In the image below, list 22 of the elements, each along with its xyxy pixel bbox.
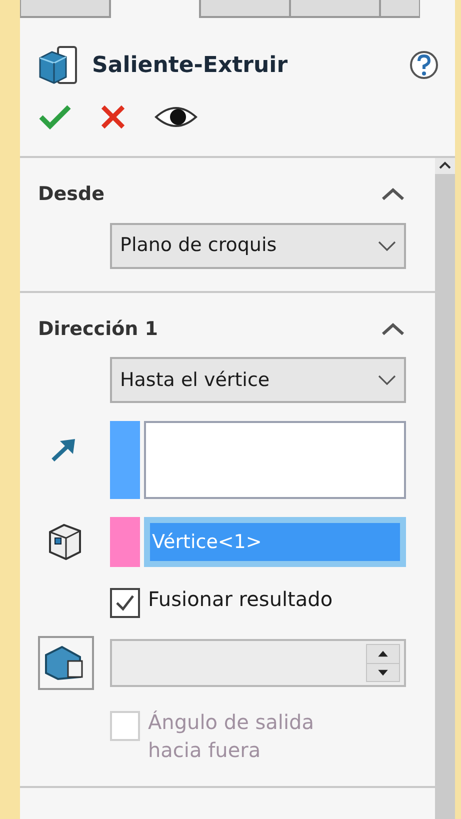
direction-selection-field[interactable] <box>144 421 406 499</box>
help-icon[interactable] <box>409 50 439 80</box>
dropdown-caret-icon <box>378 375 396 385</box>
scrollbar-thumb[interactable] <box>435 174 455 819</box>
section-title[interactable]: Dirección 1 <box>38 314 158 343</box>
panel-tab[interactable] <box>110 0 200 18</box>
close-icon[interactable] <box>100 104 126 130</box>
collapse-icon[interactable] <box>381 322 405 336</box>
collapse-icon[interactable] <box>381 187 405 202</box>
draft-button[interactable] <box>38 636 94 690</box>
cube-vertex-icon <box>46 522 84 562</box>
section-title[interactable]: Desde <box>38 180 104 208</box>
checkbox[interactable] <box>110 588 140 618</box>
feature-title: Saliente-Extruir <box>92 52 288 80</box>
checkbox-label: Fusionar resultado <box>148 586 334 613</box>
dropdown-caret-icon <box>378 240 396 250</box>
dropdown[interactable]: Hasta el vértice <box>110 357 406 403</box>
arrow-icon[interactable] <box>50 437 78 463</box>
dropdown[interactable]: Plano de croquis <box>110 222 406 268</box>
checkbox-label: Ángulo de salida hacia fuera <box>148 709 315 764</box>
checkmark-icon <box>114 593 136 613</box>
checkmark-icon[interactable] <box>38 103 72 131</box>
